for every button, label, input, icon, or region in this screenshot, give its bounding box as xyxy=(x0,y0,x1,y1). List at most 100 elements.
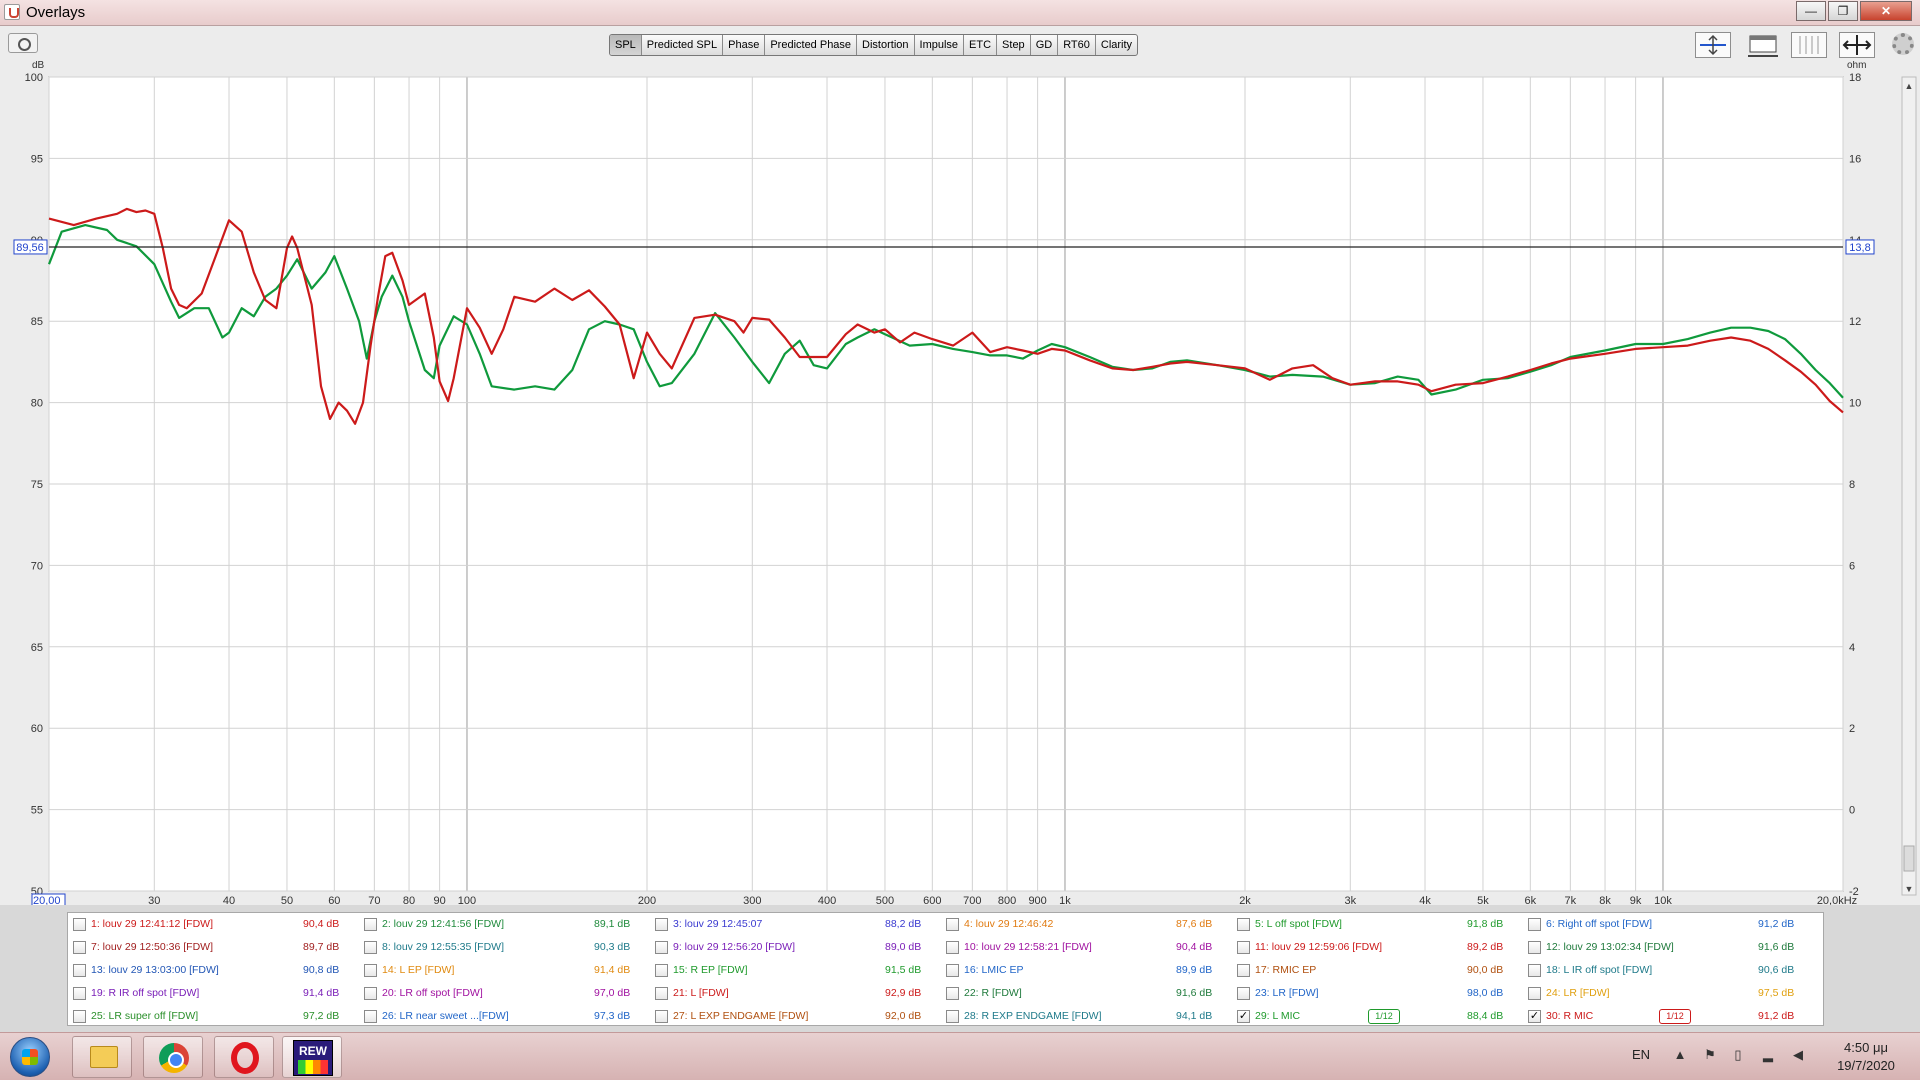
spl-overlay-graph[interactable]: dB10095908580757065605550181614121086420… xyxy=(0,60,1920,908)
taskbar-chrome[interactable] xyxy=(143,1036,203,1078)
legend-item[interactable]: 19: R IR off spot [FDW] 91,4 dB xyxy=(68,982,358,1002)
tab-step[interactable]: Step xyxy=(997,35,1031,55)
measurement-checkbox[interactable] xyxy=(1528,941,1541,954)
measurement-checkbox[interactable] xyxy=(73,941,86,954)
minimize-button[interactable]: — xyxy=(1796,1,1826,21)
tab-predicted-spl[interactable]: Predicted SPL xyxy=(642,35,724,55)
show-hidden-icons-icon[interactable]: ▲ xyxy=(1672,1047,1688,1063)
measurement-checkbox[interactable] xyxy=(1528,918,1541,931)
measurement-checkbox[interactable] xyxy=(364,987,377,1000)
volume-icon[interactable]: ◀ xyxy=(1790,1047,1806,1063)
measurement-checkbox[interactable] xyxy=(1237,918,1250,931)
graph-window-button[interactable] xyxy=(1746,32,1780,58)
legend-item[interactable]: 5: L off spot [FDW] 91,8 dB xyxy=(1232,913,1522,933)
tab-predicted-phase[interactable]: Predicted Phase xyxy=(765,35,858,55)
action-center-flag-icon[interactable]: ⚑ xyxy=(1702,1047,1718,1063)
legend-item[interactable]: 14: L EP [FDW] 91,4 dB xyxy=(359,959,649,979)
legend-item[interactable]: 27: L EXP ENDGAME [FDW] 92,0 dB xyxy=(650,1005,940,1025)
measurement-checkbox[interactable]: ✓ xyxy=(1237,1010,1250,1023)
measurement-checkbox[interactable] xyxy=(946,941,959,954)
tab-phase[interactable]: Phase xyxy=(723,35,766,55)
legend-item[interactable]: ✓ 30: R MIC 1/12 91,2 dB xyxy=(1523,1005,1813,1025)
measurement-checkbox[interactable] xyxy=(1237,987,1250,1000)
capture-graph-button[interactable] xyxy=(8,33,38,53)
fit-zoom-button[interactable] xyxy=(1839,32,1875,58)
tab-spl[interactable]: SPL xyxy=(610,35,642,55)
measurement-checkbox[interactable] xyxy=(73,987,86,1000)
measurement-name: 25: LR super off [FDW] xyxy=(91,1010,199,1022)
legend-item[interactable]: 6: Right off spot [FDW] 91,2 dB xyxy=(1523,913,1813,933)
legend-item[interactable]: 25: LR super off [FDW] 97,2 dB xyxy=(68,1005,358,1025)
measurement-checkbox[interactable] xyxy=(946,1010,959,1023)
legend-item[interactable]: 10: louv 29 12:58:21 [FDW] 90,4 dB xyxy=(941,936,1231,956)
gear-icon[interactable] xyxy=(1892,33,1914,55)
start-button[interactable] xyxy=(10,1037,50,1077)
tab-impulse[interactable]: Impulse xyxy=(915,35,965,55)
measurement-checkbox[interactable] xyxy=(73,964,86,977)
legend-item[interactable]: 12: louv 29 13:02:34 [FDW] 91,6 dB xyxy=(1523,936,1813,956)
measurement-checkbox[interactable] xyxy=(1237,964,1250,977)
legend-item[interactable]: 17: RMIC EP 90,0 dB xyxy=(1232,959,1522,979)
legend-item[interactable]: 24: LR [FDW] 97,5 dB xyxy=(1523,982,1813,1002)
smoothing-indicator[interactable]: 1/12 xyxy=(1368,1009,1400,1024)
legend-item[interactable]: ✓ 29: L MIC 1/12 88,4 dB xyxy=(1232,1005,1522,1025)
measurement-checkbox[interactable] xyxy=(655,941,668,954)
measurement-checkbox[interactable] xyxy=(364,941,377,954)
language-indicator[interactable]: EN xyxy=(1632,1047,1650,1062)
legend-item[interactable]: 20: LR off spot [FDW] 97,0 dB xyxy=(359,982,649,1002)
window-title-bar[interactable]: Overlays — ❐ ✕ xyxy=(0,0,1920,26)
legend-item[interactable]: 13: louv 29 13:03:00 [FDW] 90,8 dB xyxy=(68,959,358,979)
taskbar-rew[interactable]: REW xyxy=(282,1036,342,1078)
measurement-checkbox[interactable] xyxy=(1528,987,1541,1000)
tab-clarity[interactable]: Clarity xyxy=(1096,35,1137,55)
taskbar-file-explorer[interactable] xyxy=(72,1036,132,1078)
legend-item[interactable]: 4: louv 29 12:46:42 87,6 dB xyxy=(941,913,1231,933)
measurement-checkbox[interactable] xyxy=(946,987,959,1000)
measurement-checkbox[interactable] xyxy=(73,918,86,931)
tab-gd[interactable]: GD xyxy=(1031,35,1059,55)
battery-icon[interactable]: ▯ xyxy=(1730,1047,1746,1063)
network-signal-icon[interactable]: ▂ xyxy=(1760,1047,1776,1063)
measurement-checkbox[interactable] xyxy=(655,918,668,931)
legend-item[interactable]: 21: L [FDW] 92,9 dB xyxy=(650,982,940,1002)
scrollbar-thumb[interactable] xyxy=(1903,845,1915,872)
measurement-checkbox[interactable] xyxy=(1237,941,1250,954)
measurement-checkbox[interactable] xyxy=(655,987,668,1000)
legend-item[interactable]: 26: LR near sweet ...[FDW] 97,3 dB xyxy=(359,1005,649,1025)
measurement-checkbox[interactable] xyxy=(364,1010,377,1023)
grid-layout-button[interactable] xyxy=(1791,32,1827,58)
legend-item[interactable]: 15: R EP [FDW] 91,5 dB xyxy=(650,959,940,979)
vertical-scrollbar[interactable] xyxy=(1901,76,1917,896)
legend-item[interactable]: 23: LR [FDW] 98,0 dB xyxy=(1232,982,1522,1002)
measurement-checkbox[interactable] xyxy=(364,918,377,931)
legend-item[interactable]: 22: R [FDW] 91,6 dB xyxy=(941,982,1231,1002)
legend-item[interactable]: 11: louv 29 12:59:06 [FDW] 89,2 dB xyxy=(1232,936,1522,956)
smoothing-indicator[interactable]: 1/12 xyxy=(1659,1009,1691,1024)
restore-button[interactable]: ❐ xyxy=(1828,1,1858,21)
tab-etc[interactable]: ETC xyxy=(964,35,998,55)
tab-rt60[interactable]: RT60 xyxy=(1058,35,1096,55)
measurement-checkbox[interactable] xyxy=(364,964,377,977)
tab-distortion[interactable]: Distortion xyxy=(857,35,915,55)
measurement-checkbox[interactable] xyxy=(73,1010,86,1023)
vertical-zoom-button[interactable] xyxy=(1695,32,1731,58)
legend-item[interactable]: 2: louv 29 12:41:56 [FDW] 89,1 dB xyxy=(359,913,649,933)
legend-item[interactable]: 9: louv 29 12:56:20 [FDW] 89,0 dB xyxy=(650,936,940,956)
legend-item[interactable]: 28: R EXP ENDGAME [FDW] 94,1 dB xyxy=(941,1005,1231,1025)
measurement-checkbox[interactable] xyxy=(655,964,668,977)
measurement-checkbox[interactable] xyxy=(946,964,959,977)
measurement-checkbox[interactable] xyxy=(946,918,959,931)
system-clock[interactable]: 4:50 μμ 19/7/2020 xyxy=(1818,1039,1914,1075)
measurement-checkbox[interactable] xyxy=(655,1010,668,1023)
spl-graph-panel[interactable]: dB10095908580757065605550181614121086420… xyxy=(0,60,1920,908)
legend-item[interactable]: 3: louv 29 12:45:07 88,2 dB xyxy=(650,913,940,933)
legend-item[interactable]: 8: louv 29 12:55:35 [FDW] 90,3 dB xyxy=(359,936,649,956)
legend-item[interactable]: 16: LMIC EP 89,9 dB xyxy=(941,959,1231,979)
close-button[interactable]: ✕ xyxy=(1860,1,1912,21)
measurement-checkbox[interactable]: ✓ xyxy=(1528,1010,1541,1023)
legend-item[interactable]: 7: louv 29 12:50:36 [FDW] 89,7 dB xyxy=(68,936,358,956)
legend-item[interactable]: 1: louv 29 12:41:12 [FDW] 90,4 dB xyxy=(68,913,358,933)
taskbar-opera[interactable] xyxy=(214,1036,274,1078)
legend-item[interactable]: 18: L IR off spot [FDW] 90,6 dB xyxy=(1523,959,1813,979)
measurement-checkbox[interactable] xyxy=(1528,964,1541,977)
